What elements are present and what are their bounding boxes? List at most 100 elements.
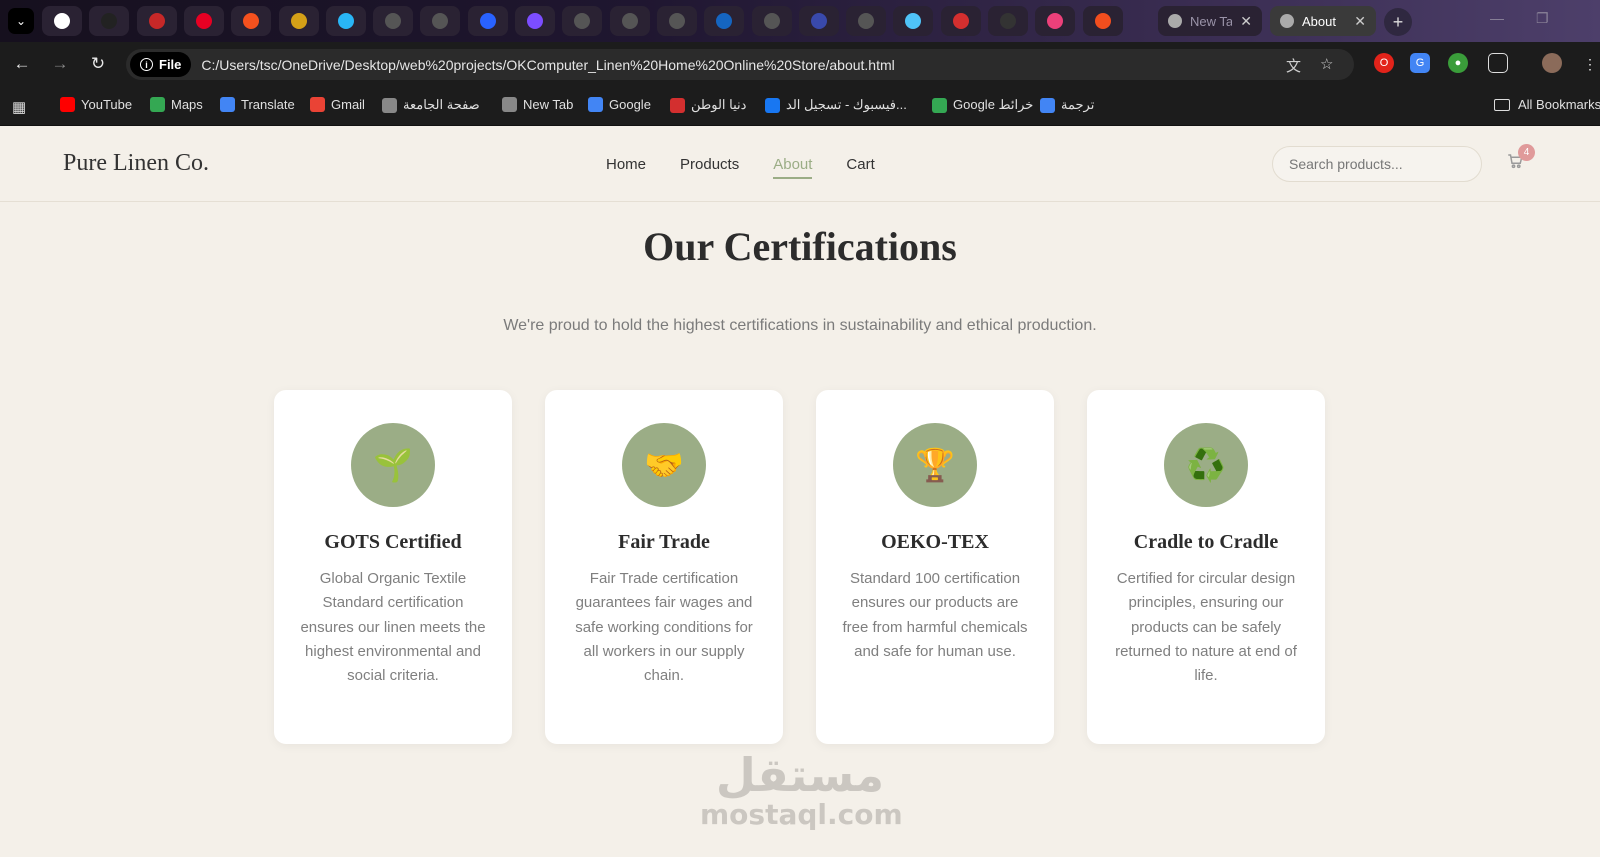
- bookmark-item[interactable]: Translate: [220, 97, 295, 112]
- cert-card-oeko-tex: 🏆 OEKO-TEX Standard 100 certification en…: [816, 390, 1054, 744]
- pinned-tab[interactable]: [798, 6, 839, 36]
- pinned-tab[interactable]: [325, 6, 366, 36]
- nav-home[interactable]: Home: [606, 152, 646, 177]
- globe-icon: [668, 13, 685, 29]
- pinned-tab[interactable]: [89, 6, 130, 36]
- pinned-tab[interactable]: [940, 6, 981, 36]
- pinned-tab[interactable]: [231, 6, 272, 36]
- apps-icon[interactable]: ▦: [12, 98, 26, 116]
- forward-icon[interactable]: →: [48, 52, 72, 76]
- watermark: مستقل mostaql.com: [700, 748, 903, 830]
- pinned-tab[interactable]: [183, 6, 224, 36]
- section-title: Our Certifications: [643, 224, 957, 269]
- pinned-tab[interactable]: [515, 6, 555, 36]
- tab-label: New Ta: [1190, 13, 1233, 29]
- pinned-tab[interactable]: [467, 6, 508, 36]
- bookmark-item[interactable]: Gmail: [310, 97, 365, 112]
- pinned-tab[interactable]: [704, 6, 745, 36]
- globe-icon: [385, 13, 402, 29]
- browser-toolbar: ← → ↻ i File C:/Users/tsc/OneDrive/Deskt…: [0, 42, 1600, 86]
- close-icon[interactable]: ✕: [1240, 13, 1252, 30]
- puzzle-icon[interactable]: [1488, 53, 1508, 73]
- tab-new-tab[interactable]: New Ta ✕: [1158, 6, 1262, 36]
- cart-button[interactable]: 4: [1506, 144, 1535, 176]
- cart-count-badge: 4: [1518, 144, 1535, 161]
- bracket-icon: [810, 13, 827, 29]
- pinned-tab[interactable]: [42, 6, 82, 36]
- google-icon: [588, 97, 603, 112]
- bookmark-label: ترجمة: [1061, 97, 1095, 112]
- tab-about[interactable]: About ✕: [1270, 6, 1376, 36]
- news-icon: [670, 97, 685, 113]
- gear-icon: [1000, 13, 1016, 29]
- pinned-tab[interactable]: [656, 6, 697, 36]
- bookmark-item[interactable]: صفحة الجامعة: [382, 97, 480, 113]
- site-logo[interactable]: Pure Linen Co.: [63, 150, 209, 177]
- star-icon[interactable]: ☆: [1320, 55, 1333, 73]
- pinned-tab[interactable]: [893, 6, 934, 36]
- extension-icon[interactable]: ●: [1448, 53, 1468, 73]
- trophy-icon: 🏆: [893, 423, 977, 507]
- pinned-tab[interactable]: [1035, 6, 1076, 36]
- globe-icon: [432, 13, 449, 29]
- bookmark-item[interactable]: دنيا الوطن: [670, 97, 746, 113]
- cert-description: Standard 100 certification ensures our p…: [842, 570, 1028, 660]
- translate-extension-icon[interactable]: G: [1410, 53, 1430, 73]
- translate-icon: [1040, 97, 1055, 113]
- bookmark-item[interactable]: ترجمة: [1040, 97, 1094, 113]
- pinned-tab[interactable]: [420, 6, 461, 36]
- restore-icon[interactable]: ❐: [1536, 10, 1549, 27]
- pinned-tab[interactable]: [988, 6, 1028, 36]
- watermark-arabic: مستقل: [715, 748, 885, 802]
- ring-icon: [337, 13, 354, 29]
- reload-icon[interactable]: ↻: [86, 52, 110, 76]
- back-icon[interactable]: ←: [10, 52, 34, 76]
- avatar[interactable]: [1542, 53, 1562, 73]
- translate-icon[interactable]: 文: [1286, 55, 1301, 76]
- bookmark-item[interactable]: YouTube: [60, 97, 132, 112]
- top-icon: [952, 13, 969, 29]
- globe-icon: [1280, 14, 1294, 28]
- url-text[interactable]: C:/Users/tsc/OneDrive/Desktop/web%20proj…: [201, 57, 894, 73]
- pinned-tab[interactable]: [609, 6, 650, 36]
- bookmark-item[interactable]: Google خرائط: [932, 97, 1033, 113]
- pinned-tab[interactable]: [751, 6, 792, 36]
- pinned-tab[interactable]: [373, 6, 414, 36]
- address-bar[interactable]: i File C:/Users/tsc/OneDrive/Desktop/web…: [126, 49, 1354, 80]
- pinned-tab[interactable]: [562, 6, 603, 36]
- nav-cart[interactable]: Cart: [846, 152, 874, 177]
- bookmark-label: Gmail: [331, 97, 365, 112]
- globe-icon: [858, 13, 875, 29]
- cert-description: Fair Trade certification guarantees fair…: [575, 570, 753, 685]
- bookmark-item[interactable]: Maps: [150, 97, 203, 112]
- pinned-tab[interactable]: [846, 6, 887, 36]
- moon-icon: [716, 13, 733, 29]
- minimize-icon[interactable]: —: [1490, 10, 1504, 26]
- bookmark-item[interactable]: New Tab: [502, 97, 573, 112]
- pinned-tab[interactable]: [1082, 6, 1123, 36]
- section-subtitle: We're proud to hold the highest certific…: [503, 317, 1097, 334]
- site-info-chip[interactable]: i File: [130, 52, 192, 77]
- search-input[interactable]: [1272, 146, 1482, 182]
- certification-cards: 🌱 GOTS Certified Global Organic Textile …: [274, 390, 1326, 744]
- tab-search-button[interactable]: ⌄: [8, 8, 34, 34]
- new-tab-button[interactable]: +: [1384, 8, 1412, 36]
- bookmark-label: دنيا الوطن: [691, 97, 747, 112]
- nav-products[interactable]: Products: [680, 152, 739, 177]
- bookmark-item[interactable]: Google: [588, 97, 651, 112]
- cert-card-cradle: ♻️ Cradle to Cradle Certified for circul…: [1087, 390, 1325, 744]
- menu-icon[interactable]: ⋮: [1578, 52, 1600, 76]
- bookmark-item[interactable]: فيسبوك - تسجيل الد...: [765, 97, 907, 113]
- cert-name: Cradle to Cradle: [1133, 531, 1279, 553]
- all-bookmarks[interactable]: All Bookmarks: [1494, 97, 1600, 112]
- opera-icon[interactable]: O: [1374, 53, 1394, 73]
- close-icon[interactable]: ✕: [1354, 13, 1366, 30]
- globe-icon: [574, 13, 591, 29]
- pinned-tab[interactable]: [136, 6, 177, 36]
- maps-icon: [932, 97, 947, 113]
- sparkle-icon: [527, 13, 543, 29]
- pinned-tab[interactable]: [278, 6, 319, 36]
- globe-icon: [621, 13, 638, 29]
- shield-icon: [290, 13, 307, 29]
- nav-about[interactable]: About: [773, 152, 813, 179]
